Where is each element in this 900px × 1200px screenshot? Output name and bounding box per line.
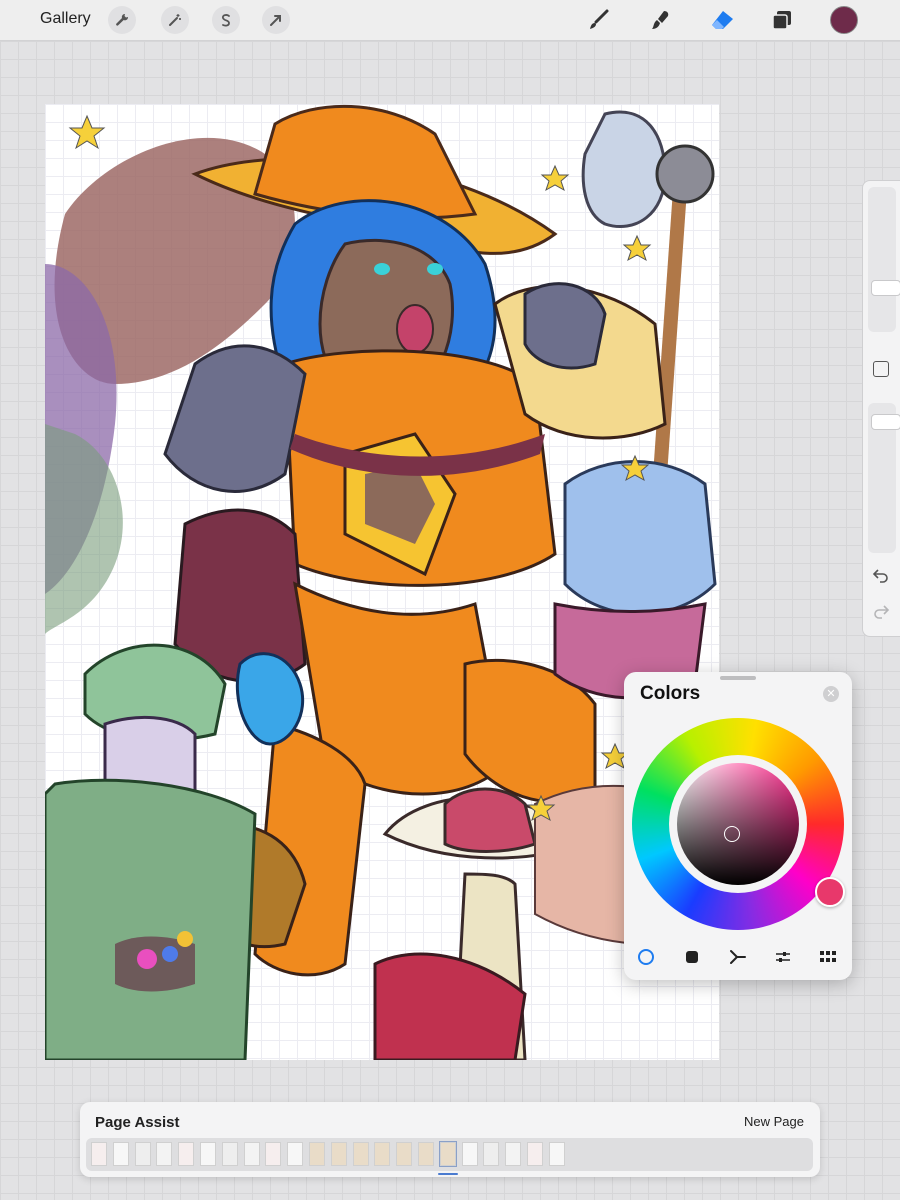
gallery-button[interactable]: Gallery (40, 10, 91, 28)
modify-square-icon[interactable] (873, 361, 889, 377)
page-thumbnail[interactable] (91, 1142, 107, 1166)
page-thumbnail[interactable] (221, 1142, 238, 1166)
page-thumbnail[interactable] (527, 1142, 543, 1166)
page-thumbnail[interactable] (287, 1142, 304, 1166)
page-thumbnail[interactable] (352, 1142, 369, 1166)
saturation-marker[interactable] (724, 826, 740, 842)
page-thumbnail[interactable] (438, 1141, 457, 1167)
page-thumbnail[interactable] (548, 1142, 565, 1166)
page-thumbnail[interactable] (396, 1142, 413, 1166)
opacity-slider[interactable] (868, 403, 900, 553)
page-thumbnail[interactable] (200, 1142, 216, 1166)
undo-icon[interactable] (872, 567, 890, 588)
brush-icon[interactable] (584, 6, 612, 34)
magic-wand-icon[interactable] (161, 6, 189, 34)
tab-palettes-icon[interactable] (815, 944, 841, 970)
opacity-thumb[interactable] (871, 414, 900, 430)
artwork-illustration (45, 104, 719, 1060)
transform-arrow-icon[interactable] (262, 6, 290, 34)
page-thumbnail[interactable] (483, 1142, 500, 1166)
tab-value-icon[interactable] (770, 944, 796, 970)
tab-classic-icon[interactable] (679, 944, 705, 970)
current-color-swatch[interactable] (830, 6, 858, 34)
top-toolbar: Gallery (0, 0, 900, 41)
artwork-canvas[interactable] (45, 104, 719, 1060)
hue-ring[interactable] (632, 718, 845, 930)
redo-icon[interactable] (872, 603, 890, 624)
selected-page-indicator (438, 1173, 458, 1175)
page-thumbnail[interactable] (461, 1142, 478, 1166)
color-mode-tabs (624, 944, 852, 970)
page-assist-panel: Page Assist New Page (80, 1102, 820, 1177)
new-page-button[interactable]: New Page (744, 1114, 804, 1129)
panel-grabber[interactable] (720, 676, 756, 680)
page-thumbnail[interactable] (330, 1142, 347, 1166)
tab-harmony-icon[interactable] (724, 944, 750, 970)
page-thumbnail[interactable] (156, 1142, 173, 1166)
page-thumbnail[interactable] (418, 1142, 434, 1166)
tab-disc-icon[interactable] (633, 944, 659, 970)
page-thumbnail[interactable] (265, 1142, 282, 1166)
close-icon[interactable]: ✕ (823, 686, 839, 702)
page-thumbnail[interactable] (243, 1142, 260, 1166)
colors-title: Colors (640, 683, 701, 704)
page-thumbnail[interactable] (134, 1142, 151, 1166)
smudge-icon[interactable] (646, 6, 674, 34)
brush-size-thumb[interactable] (871, 280, 900, 296)
page-thumbnail[interactable] (178, 1142, 195, 1166)
page-thumbnail[interactable] (374, 1142, 391, 1166)
page-thumbnail-strip[interactable] (86, 1138, 813, 1171)
hue-marker[interactable] (815, 877, 845, 907)
page-thumbnail[interactable] (505, 1142, 522, 1166)
page-assist-title: Page Assist (95, 1114, 180, 1131)
wrench-icon[interactable] (108, 6, 136, 34)
colors-panel: Colors ✕ (624, 672, 852, 980)
brush-sidebar (862, 180, 900, 637)
selection-s-icon[interactable] (212, 6, 240, 34)
saturation-brightness-disc[interactable] (677, 763, 799, 885)
page-thumbnail[interactable] (309, 1142, 325, 1166)
brush-size-slider[interactable] (868, 187, 900, 332)
page-thumbnail[interactable] (112, 1142, 129, 1166)
eraser-icon[interactable] (708, 6, 736, 34)
layers-icon[interactable] (768, 6, 796, 34)
